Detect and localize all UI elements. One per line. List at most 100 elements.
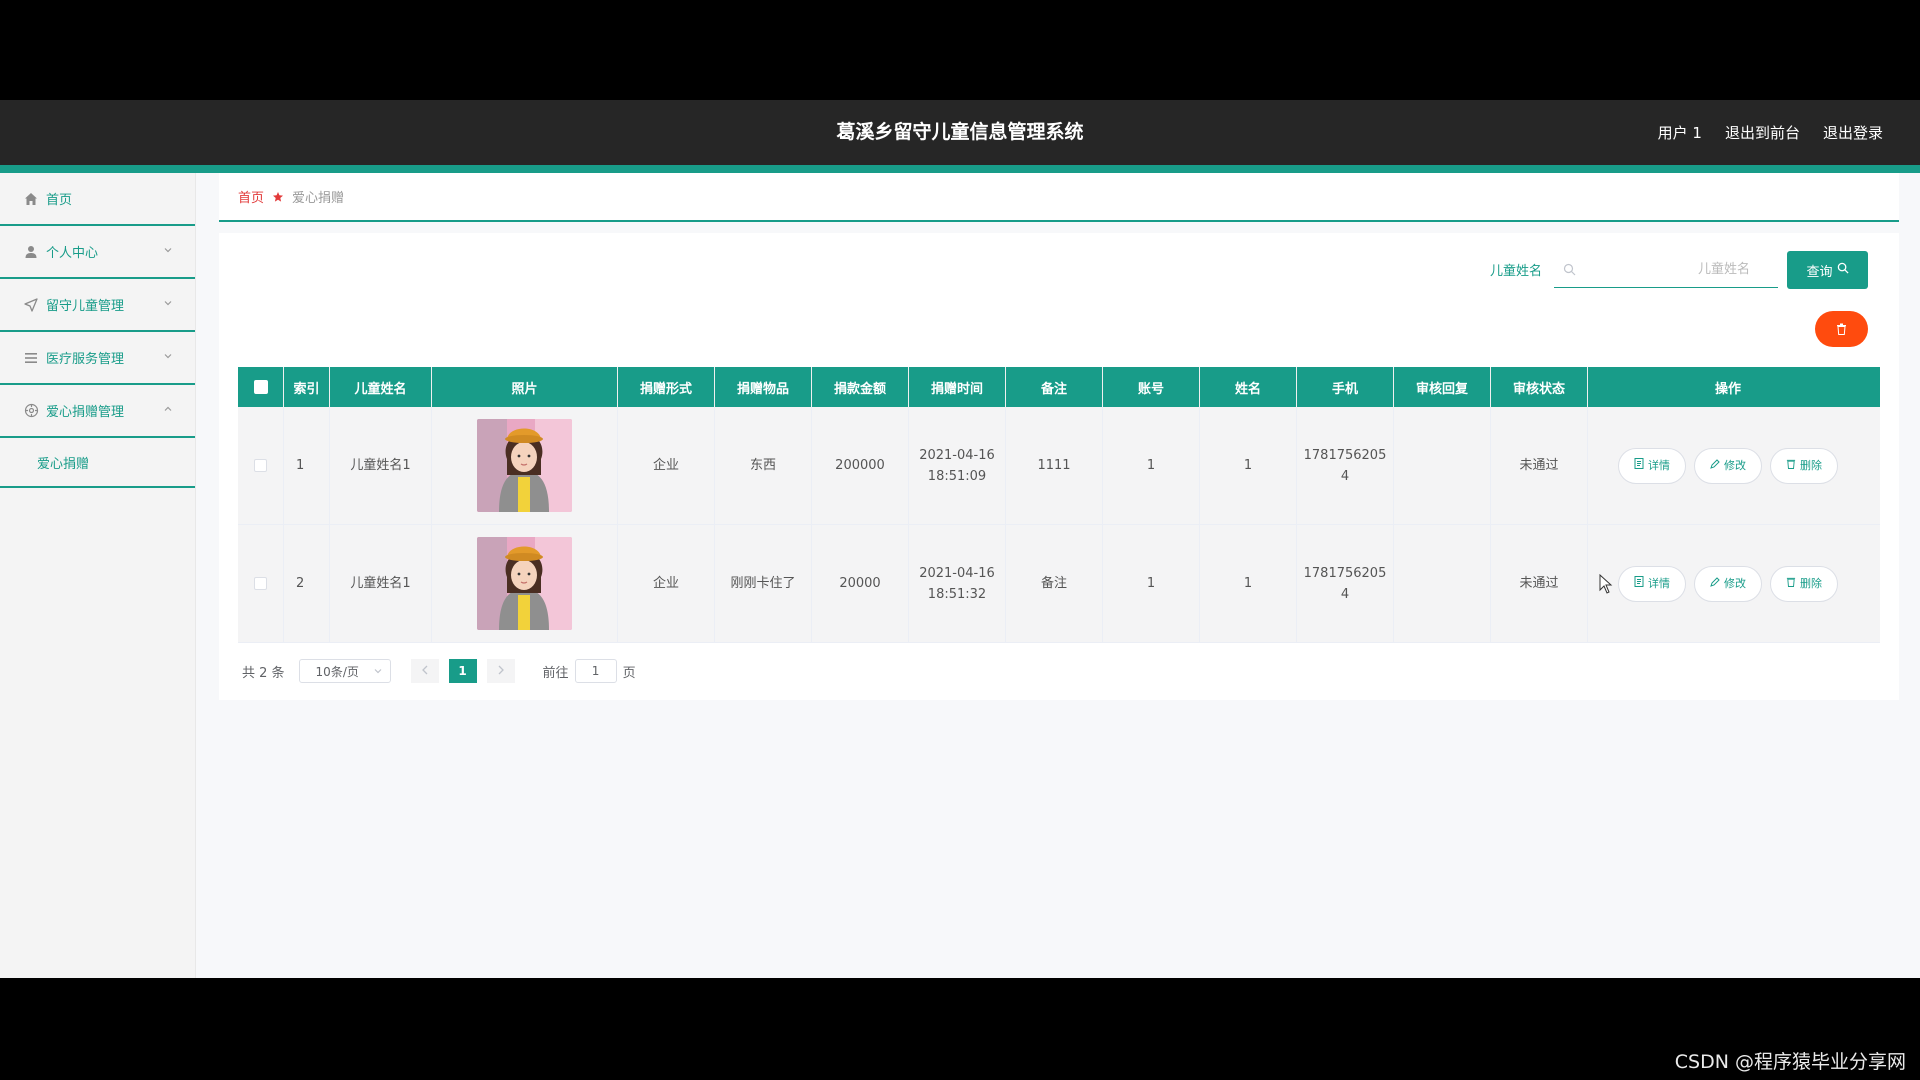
cell-actions: 详情 修改 删除 [1588, 407, 1868, 524]
cell-name: 1 [1200, 407, 1297, 524]
cell-note: 备注 [1006, 525, 1103, 642]
current-user-link[interactable]: 用户 1 [1658, 122, 1702, 143]
cell-account: 1 [1103, 407, 1200, 524]
child-photo-image[interactable] [477, 419, 572, 512]
cell-index: 1 [284, 407, 330, 524]
cell-name: 1 [1200, 525, 1297, 642]
trash-icon [1786, 455, 1796, 476]
cell-review-status: 未通过 [1491, 525, 1588, 642]
delete-button[interactable]: 删除 [1770, 447, 1838, 484]
home-icon [22, 190, 40, 208]
cell-donation-form: 企业 [618, 525, 715, 642]
phone-line-1: 1781756205 [1303, 565, 1387, 581]
sidebar-item-personal-center[interactable]: 个人中心 [0, 226, 195, 279]
cell-donation-time: 2021-04-16 18:51:32 [909, 525, 1006, 642]
breadcrumb: 首页 爱心捐赠 [219, 173, 1899, 222]
column-header: 捐款金额 [812, 367, 909, 407]
detail-button[interactable]: 详情 [1618, 565, 1686, 602]
chevron-right-icon [497, 664, 505, 679]
cell-photo [432, 407, 618, 524]
column-header: 捐赠物品 [715, 367, 812, 407]
page-size-select[interactable]: 10条/页 [298, 659, 391, 683]
column-header: 操作 [1714, 381, 1741, 397]
sidebar-subitem-donation[interactable]: 爱心捐赠 [0, 438, 195, 488]
pagination-total: 共 2 条 [242, 665, 285, 681]
delete-button-label: 删除 [1800, 459, 1822, 472]
sidebar-item-donation-management[interactable]: 爱心捐赠管理 [0, 385, 195, 438]
goto-page-input[interactable] [574, 659, 617, 683]
time-date: 2021-04-16 [919, 565, 995, 581]
cell-donation-form: 企业 [618, 407, 715, 524]
goto-suffix: 页 [622, 665, 636, 681]
back-to-front-link[interactable]: 退出到前台 [1725, 122, 1800, 143]
cell-child-name: 儿童姓名1 [330, 525, 432, 642]
sidebar-item-medical-service[interactable]: 医疗服务管理 [0, 332, 195, 385]
edit-button[interactable]: 修改 [1694, 565, 1762, 602]
search-icon [1837, 262, 1849, 278]
row-checkbox[interactable] [254, 459, 267, 472]
time-date: 2021-04-16 [919, 447, 995, 463]
column-header: 姓名 [1200, 367, 1297, 407]
sidebar-item-home[interactable]: 首页 [0, 173, 195, 226]
time-clock: 18:51:32 [927, 586, 987, 602]
sidebar-item-children-management[interactable]: 留守儿童管理 [0, 279, 195, 332]
next-page-button[interactable] [486, 659, 515, 683]
breadcrumb-current: 爱心捐赠 [292, 191, 345, 206]
query-button[interactable]: 查询 [1787, 251, 1868, 289]
cell-donation-item: 东西 [715, 407, 812, 524]
phone-line-2: 4 [1340, 586, 1350, 602]
chevron-left-icon [421, 664, 429, 679]
cell-review-status: 未通过 [1491, 407, 1588, 524]
cell-amount: 200000 [812, 407, 909, 524]
cell-donation-time: 2021-04-16 18:51:09 [909, 407, 1006, 524]
trash-icon [1786, 573, 1796, 594]
search-label: 儿童姓名 [1490, 264, 1543, 279]
cell-child-name: 儿童姓名1 [330, 407, 432, 524]
edit-button-label: 修改 [1724, 459, 1746, 472]
cell-account: 1 [1103, 525, 1200, 642]
detail-button[interactable]: 详情 [1618, 447, 1686, 484]
table-header: 索引 儿童姓名 照片 捐赠形式 捐赠物品 捐款金额 捐赠时间 备注 账号 姓名 … [238, 367, 1880, 407]
mouse-cursor-icon [1599, 573, 1613, 598]
page-number-button[interactable]: 1 [448, 659, 477, 683]
select-all-checkbox[interactable] [253, 380, 268, 394]
chevron-down-icon [373, 665, 383, 679]
top-bar: 葛溪乡留守儿童信息管理系统 用户 1 退出到前台 退出登录 [0, 100, 1920, 165]
child-photo-image[interactable] [477, 537, 572, 630]
sidebar-item-label: 个人中心 [46, 246, 99, 261]
chevron-up-icon [163, 403, 173, 418]
prev-page-button[interactable] [410, 659, 439, 683]
document-icon [1634, 455, 1644, 476]
column-header: 儿童姓名 [330, 367, 432, 407]
pencil-icon [1710, 455, 1720, 476]
row-select-cell [238, 525, 284, 642]
logout-link[interactable]: 退出登录 [1823, 122, 1883, 143]
batch-delete-button[interactable] [1815, 311, 1868, 347]
cell-donation-item: 刚刚卡住了 [715, 525, 812, 642]
watermark-text: CSDN @程序猿毕业分享网 [1674, 1051, 1906, 1073]
column-header: 审核回复 [1394, 367, 1491, 407]
cell-actions: 详情 修改 删除 [1588, 525, 1868, 642]
time-clock: 18:51:09 [927, 468, 987, 484]
child-name-search-input[interactable] [1584, 256, 1770, 282]
list-icon [22, 349, 40, 367]
top-bar-accent [0, 165, 1920, 173]
cell-phone: 1781756205 4 [1297, 407, 1394, 524]
app-window: 葛溪乡留守儿童信息管理系统 用户 1 退出到前台 退出登录 首页 个人中心 留守… [0, 100, 1920, 978]
edit-button[interactable]: 修改 [1694, 447, 1762, 484]
table-row: 2 儿童姓名1 企业 刚刚卡住了 20000 2021-04-16 18:51:… [238, 525, 1880, 643]
column-header: 照片 [432, 367, 618, 407]
column-header: 捐赠时间 [909, 367, 1006, 407]
row-checkbox[interactable] [254, 577, 267, 590]
search-icon [1563, 261, 1576, 280]
query-button-label: 查询 [1806, 264, 1833, 280]
goto-prefix: 前往 [542, 665, 569, 681]
breadcrumb-home-link[interactable]: 首页 [238, 187, 264, 206]
app-title: 葛溪乡留守儿童信息管理系统 [836, 121, 1084, 143]
cell-phone: 1781756205 4 [1297, 525, 1394, 642]
chevron-down-icon [163, 297, 173, 312]
chevron-down-icon [163, 244, 173, 259]
delete-button[interactable]: 删除 [1770, 565, 1838, 602]
table-row: 1 儿童姓名1 企业 东西 200000 2021-04-16 18:51:09… [238, 407, 1880, 525]
compass-icon [22, 402, 40, 420]
